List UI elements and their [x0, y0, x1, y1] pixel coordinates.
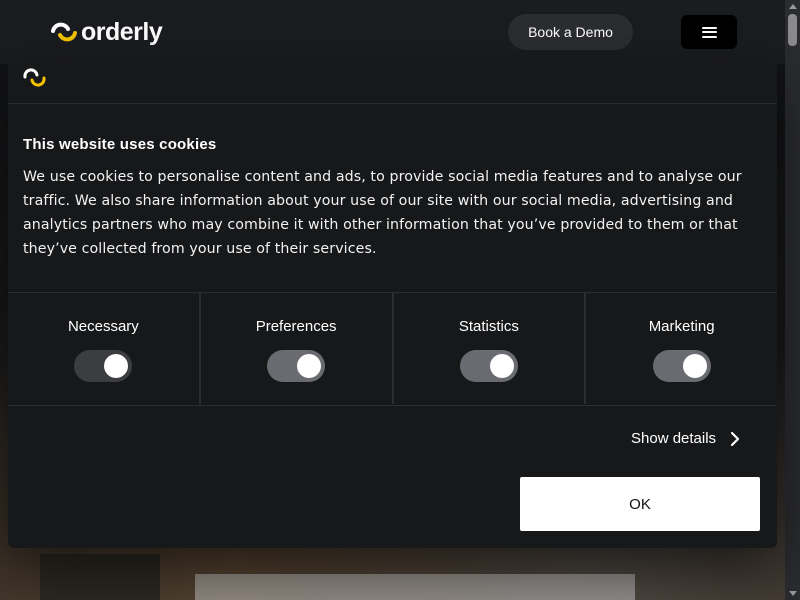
scrollbar[interactable]: [785, 0, 800, 600]
cookie-description: We use cookies to personalise content an…: [23, 169, 742, 257]
divider: [8, 405, 777, 406]
necessary-switch[interactable]: [74, 350, 133, 382]
switch-knob: [489, 354, 514, 378]
counter: [195, 574, 635, 600]
statistics-switch[interactable]: [459, 350, 518, 382]
chevron-right-icon: [730, 431, 740, 446]
divider: [8, 103, 777, 104]
consent-toggles: Necessary Preferences Statistics Marketi…: [8, 292, 777, 404]
scroll-up-icon[interactable]: [789, 4, 797, 9]
toggle-statistics: Statistics: [394, 292, 587, 404]
scroll-down-icon[interactable]: [789, 591, 797, 596]
marketing-switch[interactable]: [652, 350, 711, 382]
toggle-label: Preferences: [255, 318, 337, 335]
toggle-preferences: Preferences: [201, 292, 394, 404]
show-details-link[interactable]: Show details: [631, 430, 740, 447]
logo[interactable]: orderly: [49, 18, 163, 47]
hamburger-menu-icon: [701, 26, 717, 38]
cookie-consent-dialog: This website uses cookies We use cookies…: [8, 64, 777, 548]
switch-knob: [297, 354, 322, 378]
orderly-mark-icon: [23, 68, 46, 87]
toggle-necessary: Necessary: [8, 292, 201, 404]
toggle-label: Marketing: [648, 318, 715, 335]
logo-text: orderly: [81, 18, 163, 46]
show-details-label: Show details: [631, 430, 717, 447]
cookie-title: This website uses cookies: [23, 136, 217, 153]
toggle-label: Necessary: [67, 318, 139, 335]
switch-knob: [682, 354, 707, 378]
preferences-switch[interactable]: [267, 350, 326, 382]
toggle-marketing: Marketing: [586, 292, 777, 404]
menu-button[interactable]: [681, 15, 737, 49]
scroll-thumb[interactable]: [788, 14, 797, 46]
shelf: [40, 554, 160, 600]
site-header: orderly Book a Demo: [0, 0, 785, 64]
ok-button[interactable]: OK: [520, 477, 760, 531]
toggle-label: Statistics: [458, 318, 519, 335]
orderly-logo-icon: [51, 22, 77, 41]
switch-knob: [104, 354, 129, 378]
book-demo-button[interactable]: Book a Demo: [508, 14, 633, 50]
